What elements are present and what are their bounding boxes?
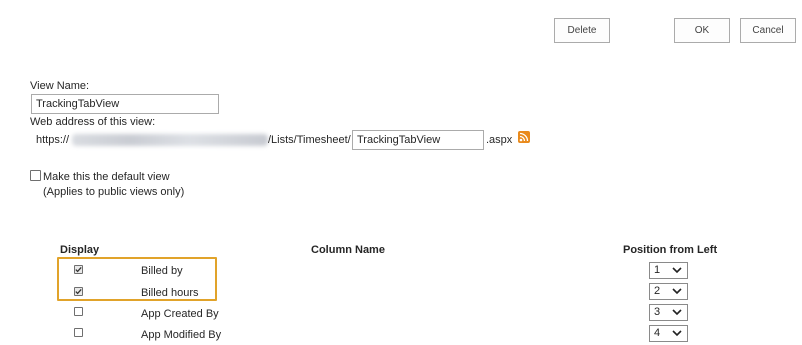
cancel-button[interactable]: Cancel (740, 18, 796, 43)
chevron-down-icon (672, 267, 682, 274)
display-checkbox-app-created-by[interactable] (74, 307, 83, 316)
position-select-app-created-by[interactable]: 3 (649, 304, 688, 321)
position-value: 4 (654, 327, 661, 339)
display-checkbox-billed-by[interactable] (74, 265, 83, 274)
chevron-down-icon (672, 330, 682, 337)
rss-feed-icon[interactable] (518, 131, 530, 143)
url-path: /Lists/Timesheet/ (268, 134, 351, 146)
column-name-billed-by: Billed by (141, 265, 183, 277)
display-checkbox-billed-hours[interactable] (74, 287, 83, 296)
url-prefix: https:// (36, 134, 70, 146)
position-value: 1 (654, 264, 661, 276)
position-select-billed-by[interactable]: 1 (649, 262, 688, 279)
column-name-app-created-by: App Created By (141, 308, 219, 320)
chevron-down-icon (672, 309, 682, 316)
header-display: Display (60, 244, 100, 256)
position-select-app-modified-by[interactable]: 4 (649, 325, 688, 342)
url-blurred-site (72, 134, 268, 146)
url-extension: .aspx (486, 134, 513, 146)
display-checkbox-app-modified-by[interactable] (74, 328, 83, 337)
position-value: 3 (654, 306, 661, 318)
chevron-down-icon (672, 288, 682, 295)
default-view-note: (Applies to public views only) (43, 186, 185, 198)
header-position: Position from Left (623, 244, 718, 256)
default-view-checkbox[interactable] (30, 170, 41, 181)
url-filename-input[interactable]: TrackingTabView (352, 130, 484, 150)
column-name-app-modified-by: App Modified By (141, 329, 222, 341)
position-select-billed-hours[interactable]: 2 (649, 283, 688, 300)
header-column-name: Column Name (311, 244, 385, 256)
column-name-billed-hours: Billed hours (141, 287, 199, 299)
ok-button[interactable]: OK (674, 18, 730, 43)
position-value: 2 (654, 285, 661, 297)
web-address-label: Web address of this view: (30, 116, 156, 128)
delete-button[interactable]: Delete (554, 18, 610, 43)
view-name-label: View Name: (30, 80, 90, 92)
view-name-input[interactable]: TrackingTabView (31, 94, 219, 114)
default-view-label: Make this the default view (43, 171, 170, 183)
